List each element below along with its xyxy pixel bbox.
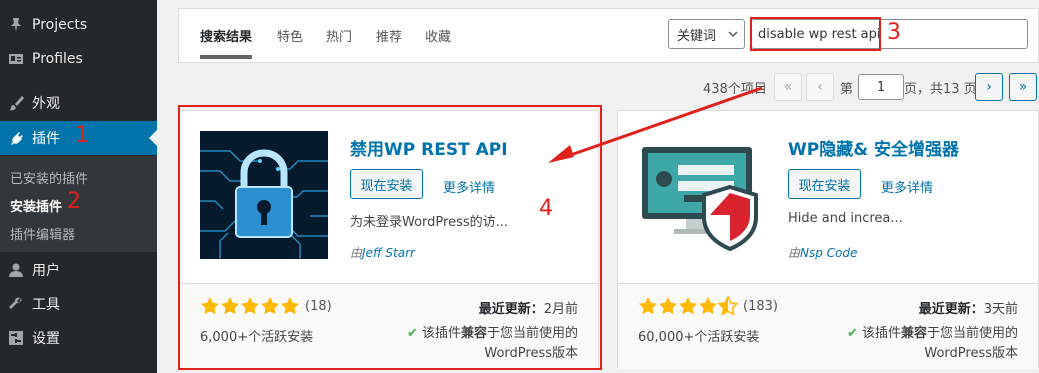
menu-item-label: Profiles — [32, 51, 83, 67]
prev-page-button[interactable]: ‹ — [806, 73, 834, 101]
check-icon: ✔ — [407, 326, 418, 341]
user-icon — [0, 262, 32, 278]
last-updated-value: 2月前 — [543, 302, 578, 317]
tab-popular[interactable]: 热门 — [326, 26, 352, 45]
plugin-author: 由Nsp Code — [788, 244, 857, 261]
page-suffix: 页，共13 页 — [904, 81, 977, 97]
submenu-add-plugins[interactable]: 安装插件 — [10, 196, 62, 215]
annotation-4: 4 — [539, 196, 553, 221]
search-type-value: 关键词 — [677, 28, 717, 44]
menu-item-projects[interactable]: Projects — [0, 8, 157, 42]
install-now-button[interactable]: 现在安装 — [788, 169, 861, 199]
tab-search-results[interactable]: 搜索结果 — [200, 26, 253, 59]
compat-text-bold: 兼容 — [460, 326, 487, 341]
first-page-button[interactable]: « — [774, 73, 802, 101]
last-updated: 最近更新：3天前 — [919, 298, 1018, 317]
compat-text-post: 于您当前使用的WordPress版本 — [924, 326, 1018, 361]
active-installs: 6,000+个活跃安装 — [200, 330, 314, 345]
submenu-installed-plugins[interactable]: 已安装的插件 — [10, 168, 88, 187]
install-now-button[interactable]: 现在安装 — [350, 169, 423, 199]
page-prefix: 第 — [840, 81, 854, 97]
last-updated-value: 3天前 — [983, 302, 1018, 317]
last-updated-label: 最近更新： — [478, 302, 544, 317]
menu-item-label: Projects — [32, 17, 88, 33]
wrench-icon — [0, 296, 32, 312]
compat-text-pre: 该插件 — [861, 326, 901, 341]
plugin-author: 由Jeff Starr — [350, 244, 415, 261]
menu-item-label: 外观 — [32, 96, 60, 112]
star-full-icon — [200, 296, 220, 316]
star-full-icon — [638, 296, 658, 316]
plugin-name-link[interactable]: WP隐藏& 安全增强器 — [788, 135, 959, 160]
menu-item-label: 工具 — [32, 297, 60, 313]
rating-count[interactable]: (18) — [305, 299, 332, 314]
star-full-icon — [678, 296, 698, 316]
plugin-card-bottom: (18) 6,000+个活跃安装 最近更新：2月前 ✔ 该插件兼容于您当前使用的W… — [180, 283, 598, 369]
annotation-arrow — [548, 86, 763, 163]
thumbtack-icon — [0, 17, 32, 33]
settings-icon — [0, 330, 32, 346]
compatibility-note: ✔ 该插件兼容于您当前使用的WordPress版本 — [348, 324, 578, 364]
last-page-button[interactable]: » — [1009, 73, 1037, 101]
star-full-icon — [220, 296, 240, 316]
search-type-select[interactable]: 关键词 — [668, 19, 745, 49]
author-link[interactable]: Jeff Starr — [362, 246, 415, 260]
plugin-description: Hide and increa... — [788, 211, 903, 226]
tab-recommended[interactable]: 推荐 — [376, 26, 402, 45]
compat-text-bold: 兼容 — [900, 326, 927, 341]
menu-item-label: 设置 — [32, 331, 60, 347]
menu-item-tools[interactable]: 工具 — [0, 287, 157, 321]
plugin-card-top: 禁用WP REST API 现在安装 更多详情 为未登录WordPress的访.… — [180, 111, 598, 281]
plugin-filter-bar: 搜索结果 特色 热门 推荐 收藏 关键词 — [178, 8, 1039, 63]
annotation-2: 2 — [67, 189, 81, 214]
active-installs: 60,000+个活跃安装 — [638, 330, 760, 345]
star-half-icon — [717, 295, 739, 316]
author-link[interactable]: Nsp Code — [800, 246, 857, 260]
menu-item-label: 插件 — [32, 131, 60, 147]
current-page-input[interactable] — [858, 74, 904, 100]
plugin-name-link[interactable]: 禁用WP REST API — [350, 135, 508, 160]
menu-item-label: 用户 — [32, 263, 60, 279]
plugin-card-bottom: (183) 60,000+个活跃安装 最近更新：3天前 ✔ 该插件兼容于您当前使用… — [618, 283, 1038, 369]
submenu-plugin-editor[interactable]: 插件编辑器 — [10, 224, 75, 243]
plug-icon — [0, 130, 32, 146]
plugin-icon-lock-circuit — [200, 131, 328, 259]
author-prefix: 由 — [350, 246, 363, 260]
tab-featured[interactable]: 特色 — [277, 26, 303, 45]
next-page-button[interactable]: › — [975, 73, 1003, 101]
chevron-down-icon — [728, 26, 738, 45]
menu-item-appearance[interactable]: 外观 — [0, 86, 157, 120]
plugin-description: 为未登录WordPress的访... — [350, 215, 509, 230]
menu-item-settings[interactable]: 设置 — [0, 321, 157, 355]
star-full-icon — [280, 296, 300, 316]
compatibility-note: ✔ 该插件兼容于您当前使用的WordPress版本 — [788, 324, 1018, 364]
menu-item-users[interactable]: 用户 — [0, 253, 157, 287]
star-full-icon — [260, 296, 280, 316]
last-updated: 最近更新：2月前 — [479, 298, 578, 317]
last-updated-label: 最近更新： — [918, 302, 984, 317]
compat-text-pre: 该插件 — [421, 326, 461, 341]
menu-item-profiles[interactable]: Profiles — [0, 42, 157, 76]
paintbrush-icon — [0, 95, 32, 111]
plugin-card: 禁用WP REST API 现在安装 更多详情 为未登录WordPress的访.… — [179, 110, 599, 369]
star-rating: (18) — [200, 296, 332, 316]
annotation-3: 3 — [887, 20, 901, 45]
annotation-1: 1 — [75, 123, 89, 148]
star-full-icon — [698, 296, 718, 316]
check-icon: ✔ — [847, 326, 858, 341]
tab-favorites[interactable]: 收藏 — [425, 26, 451, 45]
author-prefix: 由 — [788, 246, 801, 260]
star-rating: (183) — [638, 295, 778, 316]
admin-sidebar: Projects Profiles 外观 插件 已安装的插件 安装插件 插件编辑… — [0, 0, 157, 373]
more-details-link[interactable]: 更多详情 — [881, 177, 933, 196]
compat-text-post: 于您当前使用的WordPress版本 — [484, 326, 578, 361]
star-full-icon — [240, 296, 260, 316]
rating-count[interactable]: (183) — [743, 299, 778, 314]
more-details-link[interactable]: 更多详情 — [443, 177, 495, 196]
star-full-icon — [658, 296, 678, 316]
id-card-icon — [0, 51, 32, 67]
